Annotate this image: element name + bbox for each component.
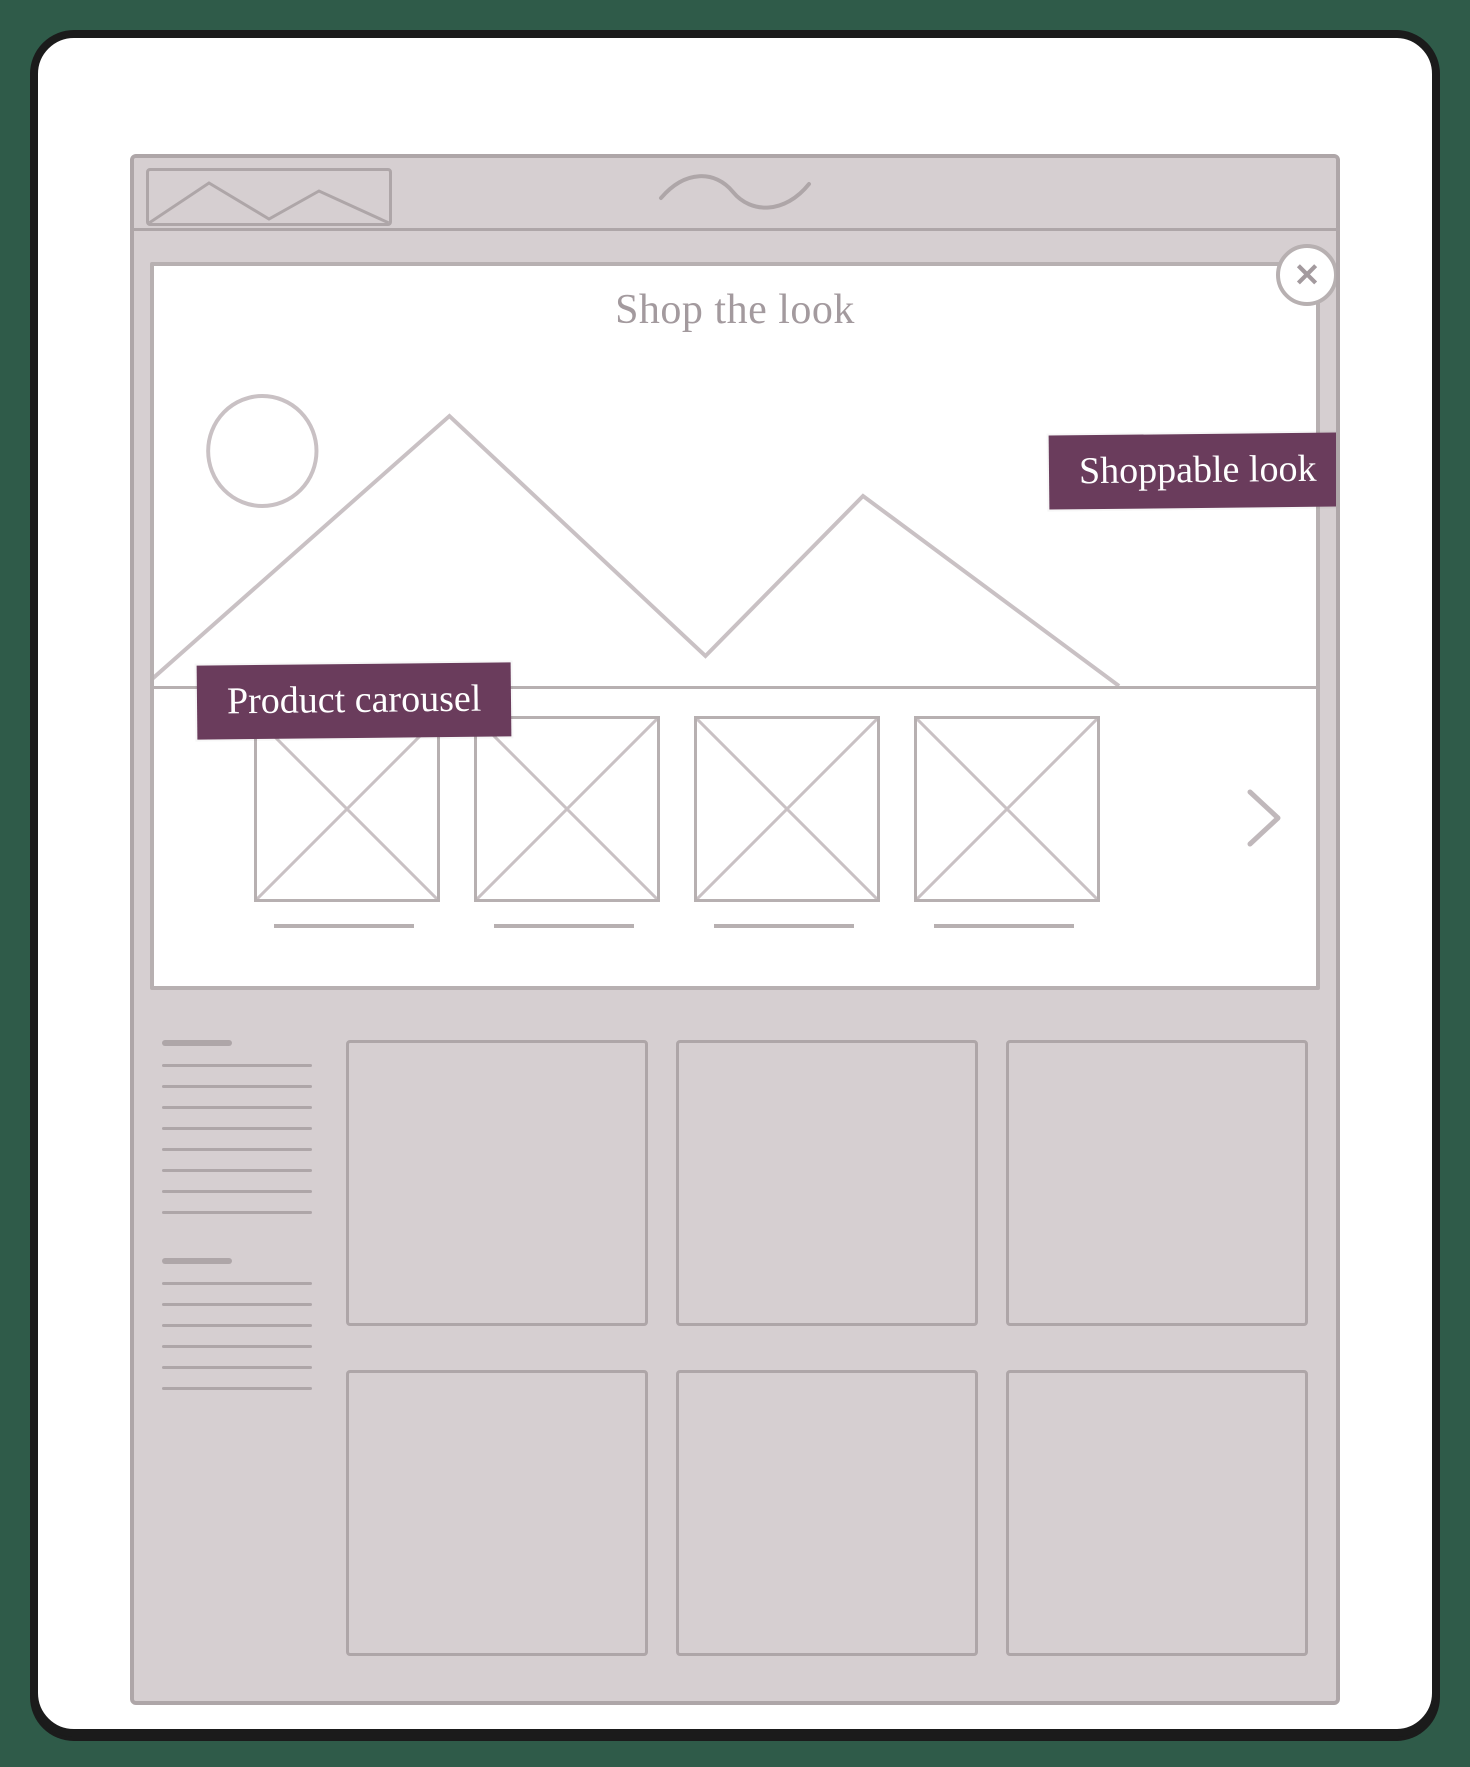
modal-title: Shop the look [154, 286, 1316, 334]
grid-cell [346, 1040, 648, 1326]
thumb-caption-line [934, 924, 1074, 928]
product-thumb-placeholder [474, 716, 660, 902]
grid-cell [1006, 1040, 1308, 1326]
carousel-item[interactable] [694, 716, 874, 928]
background-sidebar [162, 1040, 312, 1408]
brand-scrawl-icon [655, 164, 815, 212]
shop-the-look-modal: Shop the look ✕ [150, 262, 1320, 990]
close-icon: ✕ [1294, 256, 1321, 294]
header-image-placeholder [146, 168, 392, 226]
product-thumb-placeholder [914, 716, 1100, 902]
carousel-item[interactable] [254, 716, 434, 928]
thumb-caption-line [494, 924, 634, 928]
grid-cell [676, 1040, 978, 1326]
grid-cell [1006, 1370, 1308, 1656]
carousel-next-button[interactable] [1242, 786, 1286, 850]
product-thumb-placeholder [694, 716, 880, 902]
card-frame: Shop the look ✕ [30, 30, 1440, 1737]
grid-cell [676, 1370, 978, 1656]
annotation-shoppable-look: Shoppable look [1048, 432, 1340, 509]
background-product-grid [346, 1040, 1308, 1700]
hero-image-placeholder [154, 356, 1316, 686]
thumb-caption-line [274, 924, 414, 928]
browser-wireframe: Shop the look ✕ [130, 154, 1340, 1705]
grid-cell [346, 1370, 648, 1656]
annotation-product-carousel: Product carousel [197, 662, 512, 739]
product-carousel[interactable] [254, 716, 1216, 956]
thumb-caption-line [714, 924, 854, 928]
carousel-item[interactable] [474, 716, 654, 928]
browser-topbar [134, 158, 1336, 231]
image-placeholder-icon [154, 356, 1316, 686]
chevron-right-icon [1242, 786, 1286, 850]
carousel-item[interactable] [914, 716, 1094, 928]
close-button[interactable]: ✕ [1276, 244, 1338, 306]
background-page-content [134, 1018, 1336, 1701]
product-thumb-placeholder [254, 716, 440, 902]
